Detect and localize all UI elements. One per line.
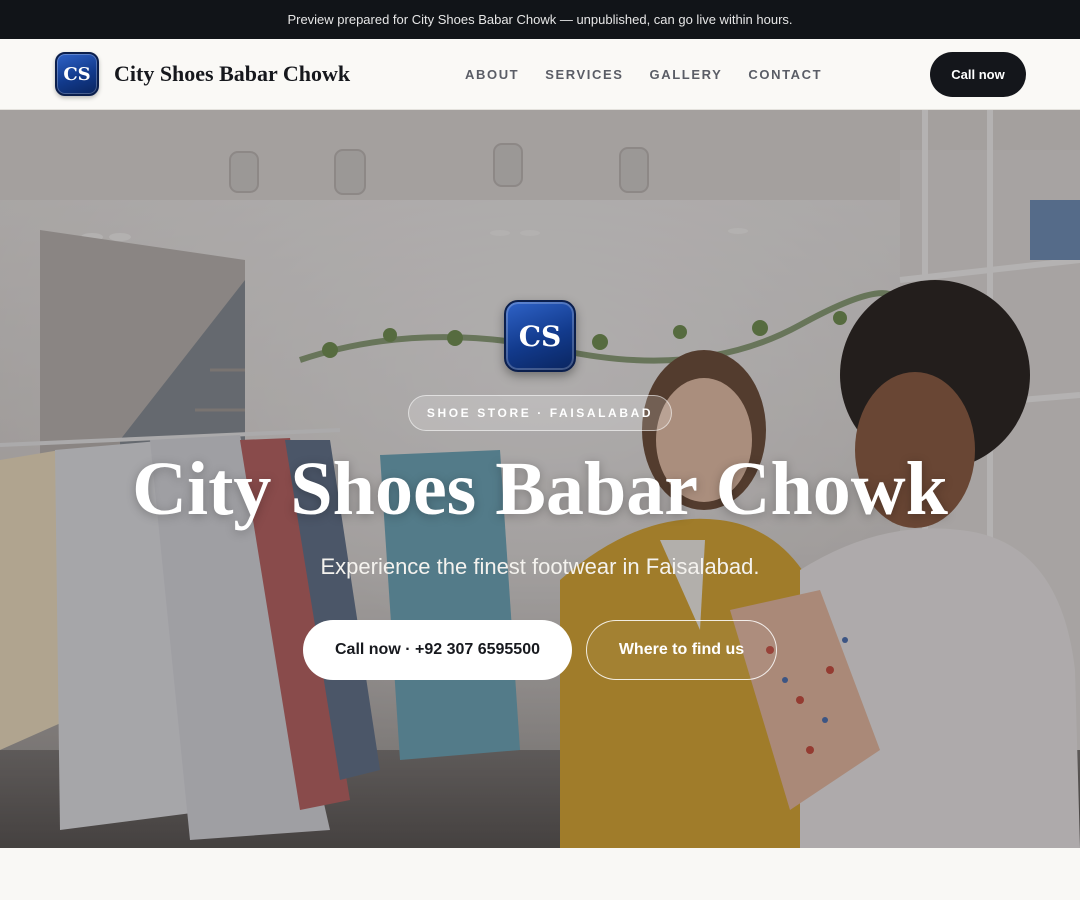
preview-banner-text: Preview prepared for City Shoes Babar Ch… xyxy=(287,12,793,27)
nav-link-about[interactable]: ABOUT xyxy=(465,67,519,82)
call-phone-button[interactable]: Call now · +92 307 6595500 xyxy=(303,620,572,680)
below-hero-section xyxy=(0,848,1080,900)
brand-link[interactable]: CS City Shoes Babar Chowk xyxy=(55,52,350,96)
hero-logo-icon: CS xyxy=(504,300,576,372)
hero-section: CS SHOE STORE · FAISALABAD City Shoes Ba… xyxy=(0,110,1080,848)
logo-icon: CS xyxy=(55,52,99,96)
hero-category-tag: SHOE STORE · FAISALABAD xyxy=(408,395,672,431)
call-now-button[interactable]: Call now xyxy=(930,52,1026,97)
hero-title: City Shoes Babar Chowk xyxy=(132,447,948,531)
nav-link-services[interactable]: SERVICES xyxy=(545,67,623,82)
brand-name: City Shoes Babar Chowk xyxy=(114,61,351,86)
preview-banner: Preview prepared for City Shoes Babar Ch… xyxy=(0,0,1080,39)
nav-links: ABOUT SERVICES GALLERY CONTACT xyxy=(465,39,848,109)
navbar: CS City Shoes Babar Chowk ABOUT SERVICES… xyxy=(0,39,1080,110)
nav-link-gallery[interactable]: GALLERY xyxy=(650,67,723,82)
nav-link-contact[interactable]: CONTACT xyxy=(748,67,822,82)
find-us-button[interactable]: Where to find us xyxy=(586,620,777,680)
hero-subtitle: Experience the finest footwear in Faisal… xyxy=(320,554,760,579)
hero-content: CS SHOE STORE · FAISALABAD City Shoes Ba… xyxy=(0,110,1080,848)
